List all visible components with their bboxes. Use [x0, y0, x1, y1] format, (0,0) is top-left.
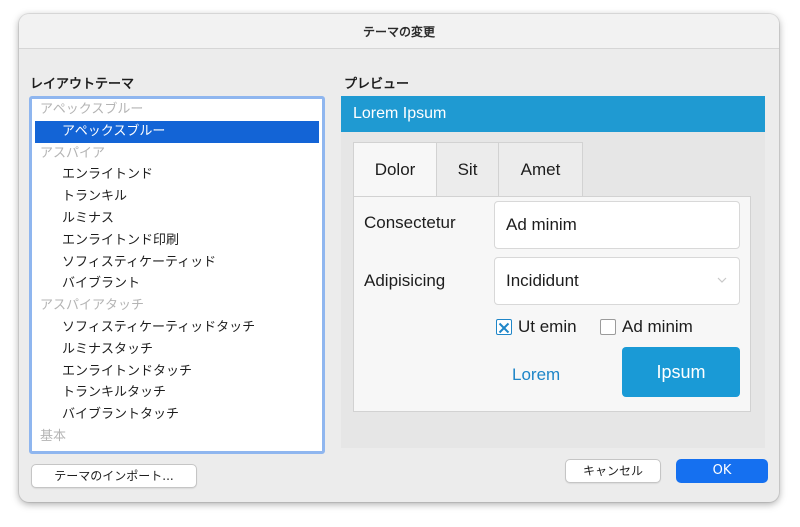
tab-amet[interactable]: Amet — [499, 142, 583, 196]
ad-minim-checkbox[interactable] — [600, 319, 616, 335]
theme-list-item[interactable]: ルミナスタッチ — [32, 339, 322, 361]
theme-list-item[interactable]: エンライトンド — [32, 164, 322, 186]
chevron-down-icon — [717, 277, 727, 283]
preview-header: Lorem Ipsum — [341, 96, 765, 132]
tab-sit[interactable]: Sit — [437, 142, 499, 196]
ut-emin-label: Ut emin — [518, 317, 577, 336]
theme-list-item[interactable]: バイブラント — [32, 273, 322, 295]
theme-dialog: テーマの変更 レイアウトテーマ プレビュー アペックスブルー アペックスブルー アス… — [19, 14, 779, 502]
theme-list-item[interactable]: トランキル — [32, 186, 322, 208]
theme-list-item[interactable]: ソフィスティケーティッドタッチ — [32, 317, 322, 339]
theme-group-header: アスパイア — [40, 145, 106, 161]
tab-dolor[interactable]: Dolor — [353, 142, 437, 196]
ad-minim-field[interactable]: Ad minim — [494, 201, 740, 249]
window-title: テーマの変更 — [362, 24, 435, 39]
preview-pane: Lorem Ipsum Dolor Sit Amet Consectetur A… — [341, 96, 765, 448]
theme-list-item[interactable]: ルミナス — [32, 208, 322, 230]
theme-list-item[interactable]: ソフィスティケーティッド — [32, 252, 322, 274]
theme-list-item[interactable]: エンライトンド印刷 — [32, 230, 322, 252]
cancel-button[interactable]: キャンセル — [565, 459, 661, 483]
preview-label: プレビュー — [344, 77, 410, 92]
ad-minim-checkbox-label: Ad minim — [622, 317, 693, 336]
incididunt-select[interactable]: Incididunt — [494, 257, 740, 305]
theme-group-header: 基本 — [40, 428, 67, 444]
adipisicing-label: Adipisicing — [364, 271, 446, 290]
theme-list-item[interactable]: エンライトンドタッチ — [32, 361, 322, 383]
theme-group-header: アスパイアタッチ — [40, 298, 145, 314]
import-theme-button[interactable]: テーマのインポート... — [31, 464, 197, 488]
checkmark-x-icon — [498, 322, 510, 334]
theme-list-item[interactable]: トランキルタッチ — [32, 382, 322, 404]
theme-list-item[interactable]: バイブラントタッチ — [32, 404, 322, 426]
lorem-button[interactable]: Lorem — [512, 365, 560, 385]
layout-theme-label: レイアウトテーマ — [30, 77, 135, 92]
preview-panel: Consectetur Ad minim Adipisicing Incidid… — [353, 196, 751, 412]
incididunt-value: Incididunt — [506, 271, 579, 290]
consectetur-label: Consectetur — [364, 213, 456, 232]
ok-button[interactable]: OK — [676, 459, 768, 483]
title-bar: テーマの変更 — [19, 14, 779, 49]
ipsum-button[interactable]: Ipsum — [622, 347, 740, 397]
theme-group-header: アペックスブルー — [40, 102, 144, 117]
ut-emin-checkbox[interactable] — [496, 319, 512, 335]
theme-list-item[interactable]: アペックスブルー — [35, 120, 319, 143]
theme-list[interactable]: アペックスブルー アペックスブルー アスパイア エンライトンド トランキル ルミナス エンラ… — [29, 96, 325, 454]
preview-tabs: Dolor Sit Amet — [353, 142, 583, 196]
